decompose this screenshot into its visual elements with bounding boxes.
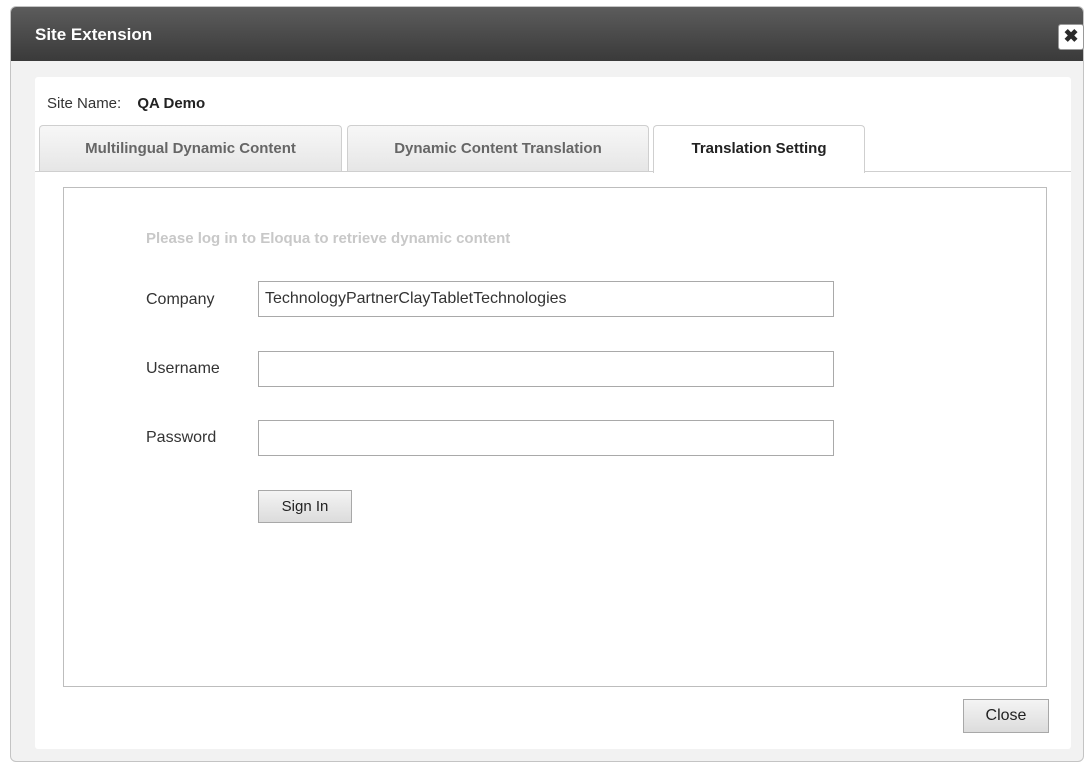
- tab-multilingual-dynamic-content[interactable]: Multilingual Dynamic Content: [39, 125, 342, 171]
- tab-translation-setting[interactable]: Translation Setting: [653, 125, 865, 173]
- company-input[interactable]: [258, 281, 834, 317]
- password-input[interactable]: [258, 420, 834, 456]
- tab-dynamic-content-translation[interactable]: Dynamic Content Translation: [347, 125, 649, 171]
- site-name-label: Site Name:: [47, 95, 122, 112]
- username-input[interactable]: [258, 351, 834, 387]
- screen: Site Extension ✖ Site Name: QA Demo Mult…: [0, 0, 1092, 768]
- dialog-title: Site Extension: [35, 25, 153, 44]
- sign-in-button[interactable]: Sign In: [258, 490, 352, 523]
- site-extension-dialog: Site Extension ✖ Site Name: QA Demo Mult…: [10, 6, 1084, 762]
- site-name-value: QA Demo: [137, 95, 206, 112]
- password-label: Password: [146, 429, 217, 446]
- dialog-titlebar: Site Extension: [11, 7, 1083, 61]
- company-label: Company: [146, 291, 215, 308]
- site-name-row: Site Name: QA Demo: [47, 95, 205, 113]
- username-label: Username: [146, 360, 220, 377]
- login-form-panel: Please log in to Eloqua to retrieve dyna…: [63, 187, 1047, 687]
- close-icon[interactable]: ✖: [1058, 24, 1084, 50]
- close-button[interactable]: Close: [963, 699, 1049, 733]
- dialog-content: Site Name: QA Demo Multilingual Dynamic …: [35, 77, 1071, 749]
- login-notice: Please log in to Eloqua to retrieve dyna…: [146, 230, 511, 247]
